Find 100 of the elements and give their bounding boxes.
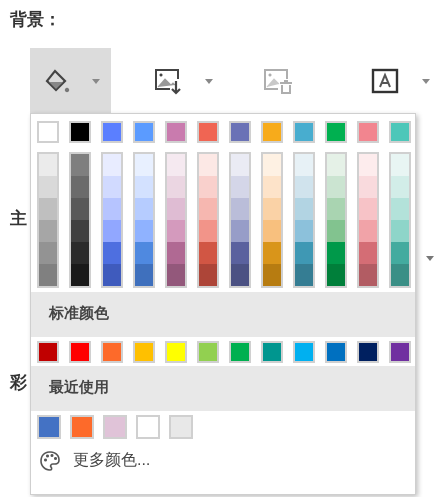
- more-colors-button[interactable]: 更多颜色...: [31, 443, 415, 479]
- color-swatch[interactable]: [199, 242, 217, 264]
- color-swatch[interactable]: [261, 340, 283, 362]
- color-swatch[interactable]: [327, 242, 345, 264]
- color-swatch[interactable]: [359, 220, 377, 242]
- color-swatch[interactable]: [37, 340, 59, 362]
- color-swatch[interactable]: [359, 242, 377, 264]
- color-swatch[interactable]: [103, 154, 121, 176]
- color-swatch[interactable]: [199, 154, 217, 176]
- color-swatch[interactable]: [103, 176, 121, 198]
- color-swatch[interactable]: [327, 176, 345, 198]
- color-swatch[interactable]: [327, 220, 345, 242]
- color-swatch[interactable]: [391, 264, 409, 286]
- color-swatch[interactable]: [135, 220, 153, 242]
- color-swatch[interactable]: [71, 264, 89, 286]
- color-swatch[interactable]: [165, 121, 187, 143]
- color-swatch[interactable]: [37, 121, 59, 143]
- color-swatch[interactable]: [71, 220, 89, 242]
- color-swatch[interactable]: [133, 340, 155, 362]
- color-swatch[interactable]: [295, 176, 313, 198]
- color-swatch[interactable]: [39, 198, 57, 220]
- color-swatch[interactable]: [39, 154, 57, 176]
- color-swatch[interactable]: [71, 198, 89, 220]
- color-swatch[interactable]: [199, 220, 217, 242]
- color-swatch[interactable]: [135, 154, 153, 176]
- color-swatch[interactable]: [169, 415, 193, 439]
- color-swatch[interactable]: [391, 154, 409, 176]
- color-swatch[interactable]: [197, 340, 219, 362]
- color-swatch[interactable]: [357, 340, 379, 362]
- color-swatch[interactable]: [359, 176, 377, 198]
- color-swatch[interactable]: [71, 154, 89, 176]
- color-swatch[interactable]: [39, 220, 57, 242]
- color-swatch[interactable]: [263, 242, 281, 264]
- color-swatch[interactable]: [295, 220, 313, 242]
- color-swatch[interactable]: [231, 154, 249, 176]
- color-swatch[interactable]: [295, 242, 313, 264]
- color-swatch[interactable]: [229, 121, 251, 143]
- color-swatch[interactable]: [263, 220, 281, 242]
- color-swatch[interactable]: [295, 154, 313, 176]
- color-swatch[interactable]: [37, 415, 61, 439]
- color-swatch[interactable]: [325, 340, 347, 362]
- color-swatch[interactable]: [39, 176, 57, 198]
- color-swatch[interactable]: [135, 264, 153, 286]
- color-swatch[interactable]: [327, 198, 345, 220]
- color-swatch[interactable]: [327, 154, 345, 176]
- color-swatch[interactable]: [103, 220, 121, 242]
- color-swatch[interactable]: [167, 264, 185, 286]
- color-swatch[interactable]: [101, 121, 123, 143]
- color-swatch[interactable]: [391, 220, 409, 242]
- color-swatch[interactable]: [231, 198, 249, 220]
- color-swatch[interactable]: [167, 220, 185, 242]
- color-swatch[interactable]: [263, 198, 281, 220]
- color-swatch[interactable]: [167, 154, 185, 176]
- color-swatch[interactable]: [136, 415, 160, 439]
- color-swatch[interactable]: [71, 176, 89, 198]
- color-swatch[interactable]: [103, 264, 121, 286]
- color-swatch[interactable]: [199, 264, 217, 286]
- color-swatch[interactable]: [261, 121, 283, 143]
- color-swatch[interactable]: [391, 242, 409, 264]
- color-swatch[interactable]: [167, 198, 185, 220]
- color-swatch[interactable]: [325, 121, 347, 143]
- color-swatch[interactable]: [165, 340, 187, 362]
- color-swatch[interactable]: [231, 176, 249, 198]
- color-swatch[interactable]: [359, 198, 377, 220]
- color-swatch[interactable]: [327, 264, 345, 286]
- color-swatch[interactable]: [167, 176, 185, 198]
- color-swatch[interactable]: [359, 264, 377, 286]
- color-swatch[interactable]: [389, 340, 411, 362]
- color-swatch[interactable]: [391, 176, 409, 198]
- color-swatch[interactable]: [295, 198, 313, 220]
- color-swatch[interactable]: [263, 264, 281, 286]
- color-swatch[interactable]: [71, 242, 89, 264]
- color-swatch[interactable]: [293, 340, 315, 362]
- color-swatch[interactable]: [103, 242, 121, 264]
- color-swatch[interactable]: [135, 176, 153, 198]
- color-swatch[interactable]: [39, 264, 57, 286]
- color-swatch[interactable]: [295, 264, 313, 286]
- color-swatch[interactable]: [231, 242, 249, 264]
- color-swatch[interactable]: [357, 121, 379, 143]
- color-swatch[interactable]: [167, 242, 185, 264]
- color-swatch[interactable]: [231, 220, 249, 242]
- color-swatch[interactable]: [39, 242, 57, 264]
- color-swatch[interactable]: [391, 198, 409, 220]
- color-swatch[interactable]: [199, 198, 217, 220]
- color-swatch[interactable]: [197, 121, 219, 143]
- color-swatch[interactable]: [135, 242, 153, 264]
- color-swatch[interactable]: [293, 121, 315, 143]
- color-swatch[interactable]: [199, 176, 217, 198]
- color-swatch[interactable]: [101, 340, 123, 362]
- color-swatch[interactable]: [229, 340, 251, 362]
- color-swatch[interactable]: [135, 198, 153, 220]
- color-swatch[interactable]: [389, 121, 411, 143]
- color-swatch[interactable]: [231, 264, 249, 286]
- color-swatch[interactable]: [103, 415, 127, 439]
- color-swatch[interactable]: [133, 121, 155, 143]
- color-swatch[interactable]: [359, 154, 377, 176]
- color-swatch[interactable]: [263, 154, 281, 176]
- color-swatch[interactable]: [70, 415, 94, 439]
- color-swatch[interactable]: [263, 176, 281, 198]
- color-swatch[interactable]: [69, 340, 91, 362]
